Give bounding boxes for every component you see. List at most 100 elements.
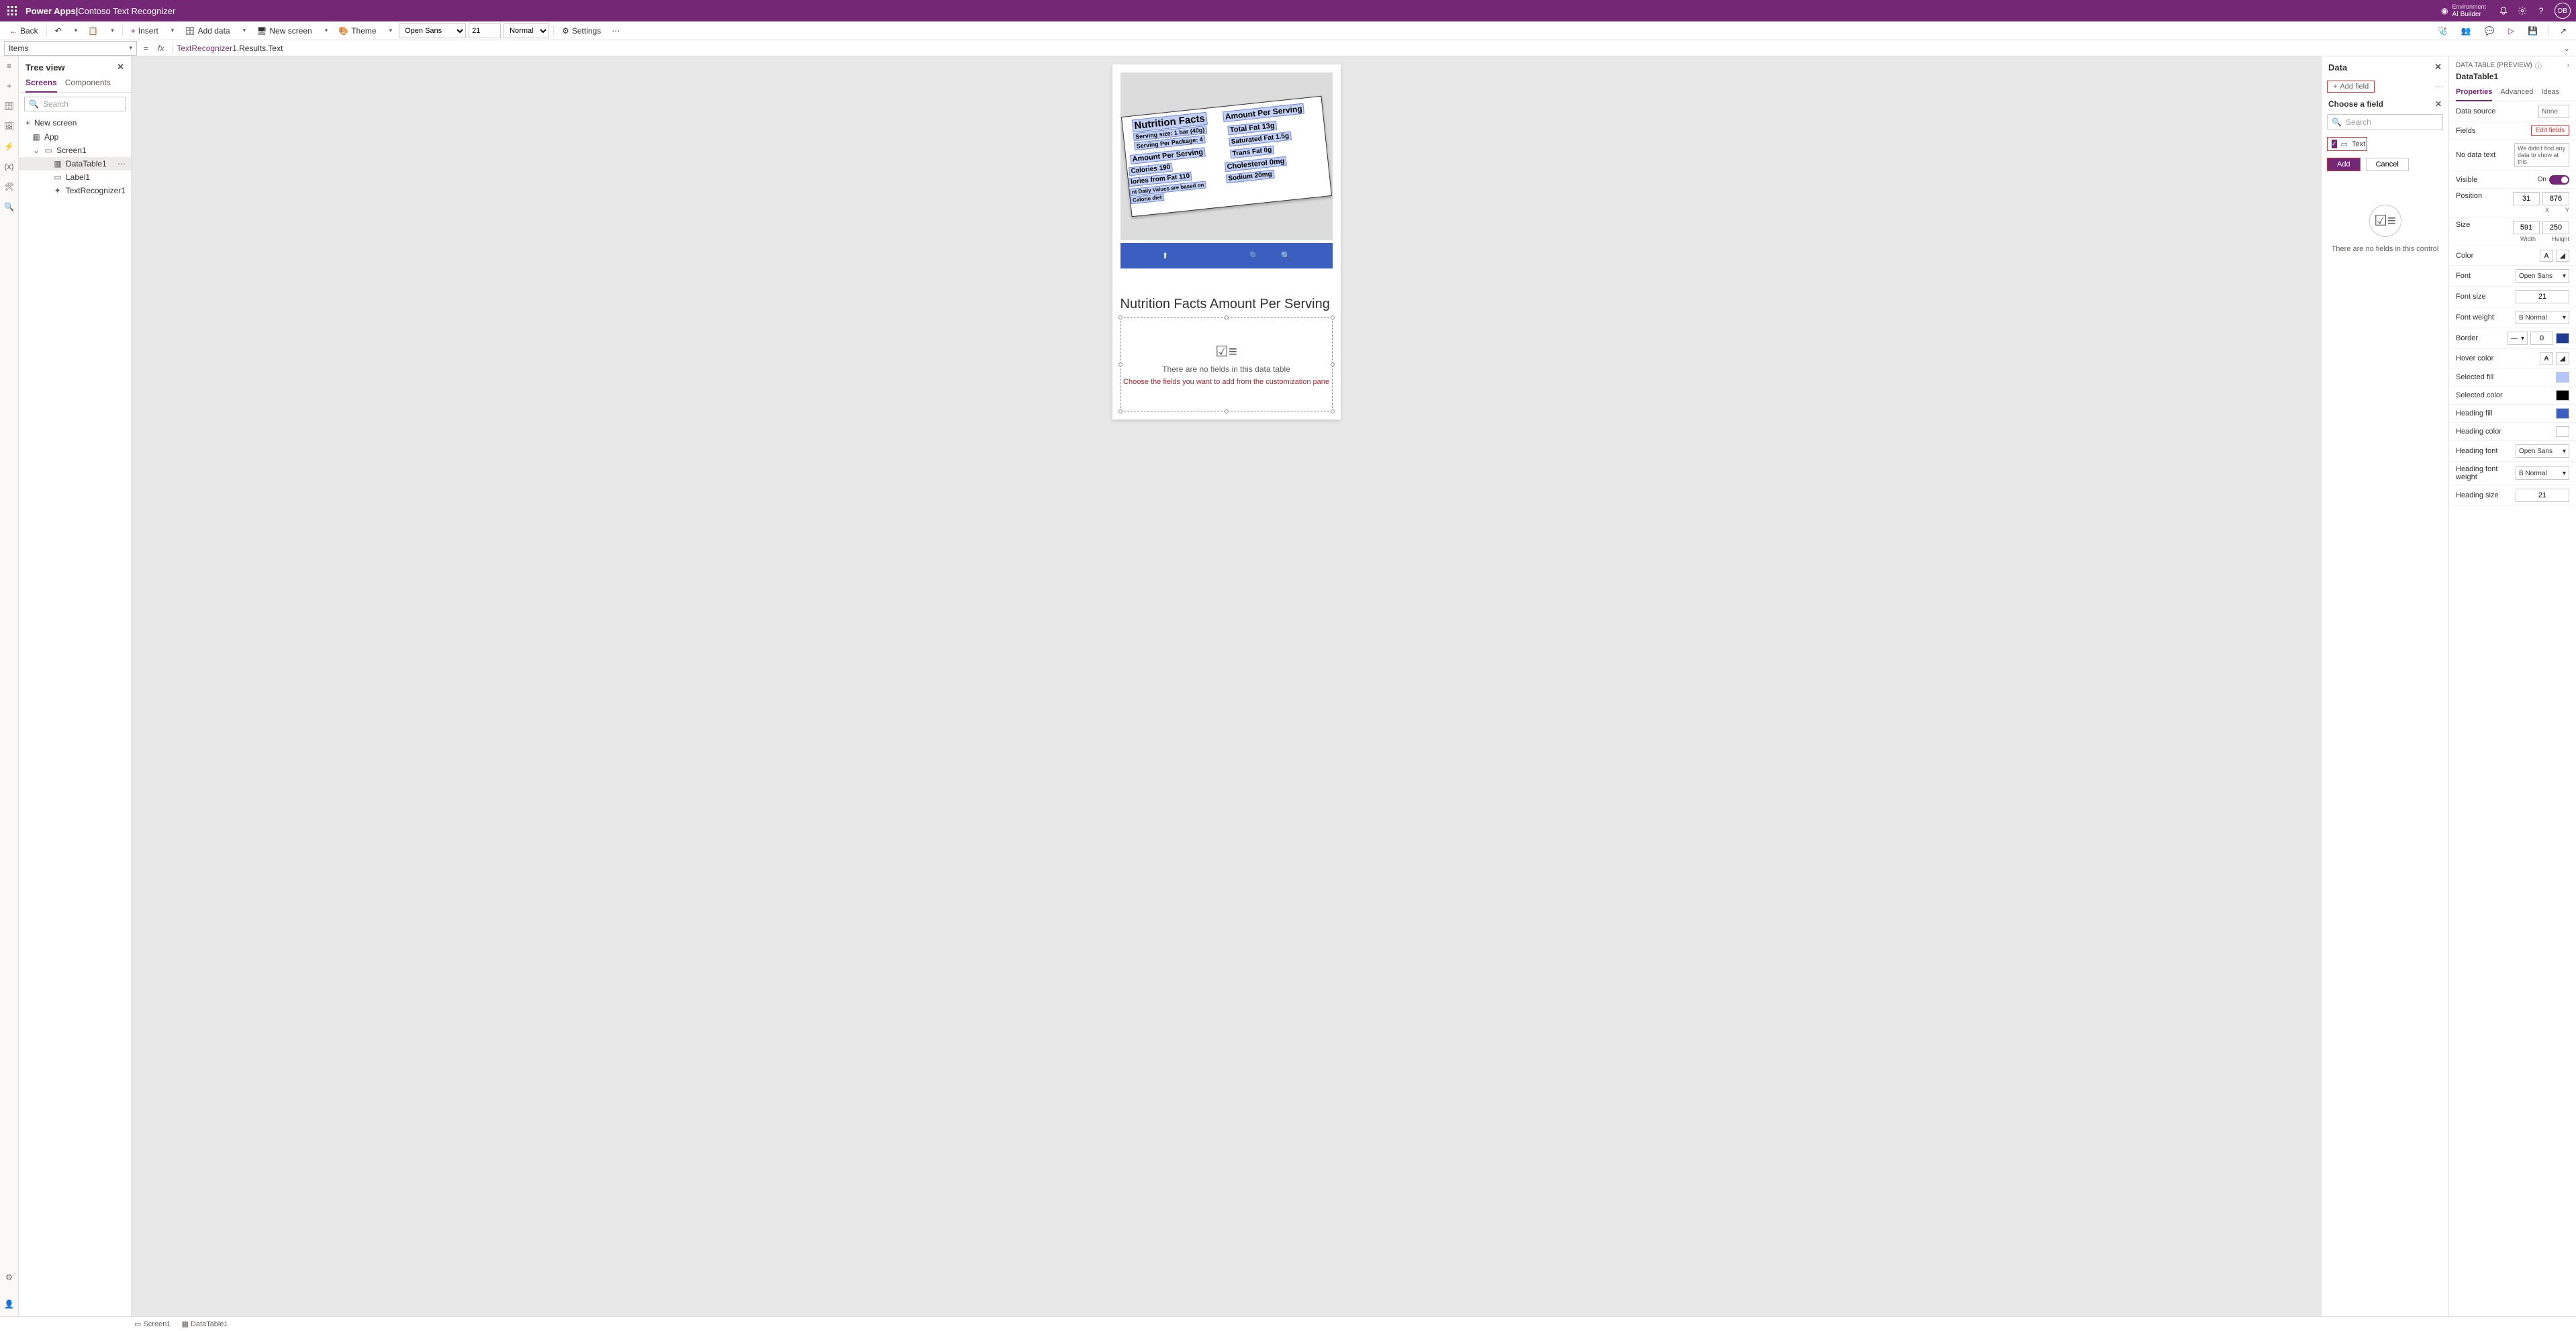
rail-ask-icon[interactable]: 👤: [4, 1299, 15, 1310]
status-control[interactable]: ▦ DataTable1: [181, 1320, 228, 1328]
font-size-input[interactable]: [469, 23, 501, 38]
field-options-icon[interactable]: ⋯: [2435, 82, 2443, 91]
tree-label-node[interactable]: ▭Label1: [19, 170, 131, 184]
info-icon[interactable]: ⓘ: [2535, 60, 2542, 70]
tab-advanced[interactable]: Advanced: [2500, 85, 2533, 101]
rail-insert-icon[interactable]: +: [4, 81, 15, 91]
node-menu-icon[interactable]: ⋯: [117, 159, 126, 168]
fill-color-button[interactable]: ◢: [2556, 250, 2569, 262]
border-width-input[interactable]: [2530, 332, 2553, 345]
props-expand-icon[interactable]: ›: [2567, 62, 2569, 69]
settings-button[interactable]: ⚙ Settings: [558, 23, 605, 39]
tree-textrec-node[interactable]: ✦TextRecognizer1: [19, 184, 131, 197]
settings-icon[interactable]: [2513, 1, 2532, 20]
checkbox-checked-icon[interactable]: ✓: [2332, 140, 2337, 148]
add-button[interactable]: Add: [2327, 158, 2360, 171]
pos-x-input[interactable]: [2513, 192, 2540, 205]
paste-dropdown[interactable]: [105, 23, 118, 39]
new-screen-link[interactable]: +New screen: [19, 115, 131, 130]
environment-picker[interactable]: Environment AI Builder: [2452, 3, 2486, 18]
font-weight-select[interactable]: Normal: [504, 23, 549, 38]
selectedcolor-swatch[interactable]: [2556, 390, 2569, 401]
headingfw-select[interactable]: B Normal▾: [2516, 466, 2569, 480]
hover-font-button[interactable]: A: [2540, 352, 2553, 364]
formula-input[interactable]: TextRecognizer1.Results.Text: [177, 44, 2557, 53]
rail-tree-icon[interactable]: ≡: [4, 60, 15, 71]
add-field-button[interactable]: +Add field: [2327, 81, 2375, 93]
fontsize-input[interactable]: [2516, 290, 2569, 303]
back-button[interactable]: ← Back: [5, 23, 42, 39]
rail-automate-icon[interactable]: ⚡: [4, 141, 15, 152]
rail-settings-icon[interactable]: ⚙: [4, 1272, 15, 1283]
publish-icon[interactable]: ↗: [2556, 23, 2571, 39]
tab-components[interactable]: Components: [65, 75, 111, 92]
nodata-text-input[interactable]: We didn't find any data to show at this: [2514, 143, 2569, 167]
upload-icon[interactable]: ⬆: [1155, 251, 1176, 260]
app-checker-icon[interactable]: 🩺: [2434, 23, 2452, 39]
data-panel-close-icon[interactable]: ✕: [2434, 62, 2442, 72]
undo-button[interactable]: ↶: [51, 23, 66, 39]
new-screen-dropdown[interactable]: [319, 23, 332, 39]
font-select[interactable]: Open Sans▾: [2516, 269, 2569, 283]
insert-dropdown[interactable]: [165, 23, 179, 39]
theme-button[interactable]: 🎨 Theme: [334, 23, 380, 39]
save-icon[interactable]: 💾: [2524, 23, 2542, 39]
undo-dropdown[interactable]: [68, 23, 82, 39]
tab-screens[interactable]: Screens: [26, 75, 57, 93]
waffle-icon[interactable]: [5, 4, 19, 17]
rail-media-icon[interactable]: 🖼: [4, 121, 15, 132]
choose-close-icon[interactable]: ✕: [2435, 99, 2442, 109]
tree-app-node[interactable]: ▦App: [19, 130, 131, 144]
rail-advanced-icon[interactable]: 🛠: [4, 181, 15, 192]
new-screen-button[interactable]: 🖥 New screen: [252, 23, 316, 39]
help-icon[interactable]: ?: [2532, 1, 2550, 20]
border-color-swatch[interactable]: [2556, 333, 2569, 344]
tree-screen1-node[interactable]: ⌄▭Screen1: [19, 144, 131, 157]
field-search-input[interactable]: 🔍Search: [2327, 114, 2443, 130]
border-style-select[interactable]: —▾: [2508, 332, 2528, 345]
zoom-in-icon[interactable]: 🔍: [1274, 251, 1298, 260]
font-color-button[interactable]: A: [2540, 250, 2553, 262]
datasource-select[interactable]: None: [2538, 105, 2569, 118]
selectedfill-swatch[interactable]: [2556, 372, 2569, 383]
height-input[interactable]: [2542, 221, 2569, 234]
cancel-button[interactable]: Cancel: [2366, 158, 2409, 171]
add-data-button[interactable]: 🗄 Add data: [181, 23, 234, 39]
share-icon[interactable]: 👥: [2457, 23, 2475, 39]
notifications-icon[interactable]: [2494, 1, 2513, 20]
headingsize-input[interactable]: [2516, 489, 2569, 502]
formula-expand-icon[interactable]: ⌄: [2557, 44, 2576, 53]
rail-search-icon[interactable]: 🔍: [4, 201, 15, 212]
user-avatar[interactable]: DB: [2555, 3, 2571, 19]
font-select[interactable]: Open Sans: [399, 23, 466, 38]
property-selector[interactable]: Items▾: [4, 41, 137, 56]
tree-close-icon[interactable]: ✕: [117, 62, 124, 72]
field-option-text[interactable]: ✓ ▭ Text: [2327, 137, 2367, 151]
fontweight-select[interactable]: B Normal▾: [2516, 311, 2569, 324]
pos-y-input[interactable]: [2542, 192, 2569, 205]
text-recognizer-control[interactable]: Nutrition Facts Amount Per Serving Servi…: [1120, 72, 1333, 240]
edit-fields-link[interactable]: Edit fields: [2531, 126, 2569, 136]
headingfill-swatch[interactable]: [2556, 408, 2569, 419]
tab-properties[interactable]: Properties: [2456, 85, 2492, 101]
zoom-out-icon[interactable]: 🔍: [1243, 251, 1266, 260]
datatable-control[interactable]: ☑≡ There are no fields in this data tabl…: [1120, 317, 1333, 411]
tree-datatable-node[interactable]: ▦DataTable1⋯: [19, 157, 131, 170]
add-data-dropdown[interactable]: [237, 23, 250, 39]
width-input[interactable]: [2513, 221, 2540, 234]
rail-data-icon[interactable]: 🗄: [4, 101, 15, 111]
canvas-area[interactable]: Nutrition Facts Amount Per Serving Servi…: [132, 56, 2321, 1316]
tree-search-input[interactable]: 🔍Search: [24, 97, 126, 111]
headingfont-select[interactable]: Open Sans▾: [2516, 444, 2569, 458]
status-screen[interactable]: ▭ Screen1: [134, 1320, 171, 1328]
headingcolor-swatch[interactable]: [2556, 426, 2569, 437]
hover-fill-button[interactable]: ◢: [2556, 352, 2569, 364]
fx-button[interactable]: fx: [154, 44, 168, 53]
paste-button[interactable]: 📋: [84, 23, 102, 39]
rail-variables-icon[interactable]: (x): [4, 161, 15, 172]
preview-icon[interactable]: ▷: [2504, 23, 2518, 39]
tab-ideas[interactable]: Ideas: [2541, 85, 2559, 101]
overflow-button[interactable]: ⋯: [608, 23, 624, 39]
insert-button[interactable]: + Insert: [127, 23, 162, 39]
comments-icon[interactable]: 💬: [2481, 23, 2499, 39]
